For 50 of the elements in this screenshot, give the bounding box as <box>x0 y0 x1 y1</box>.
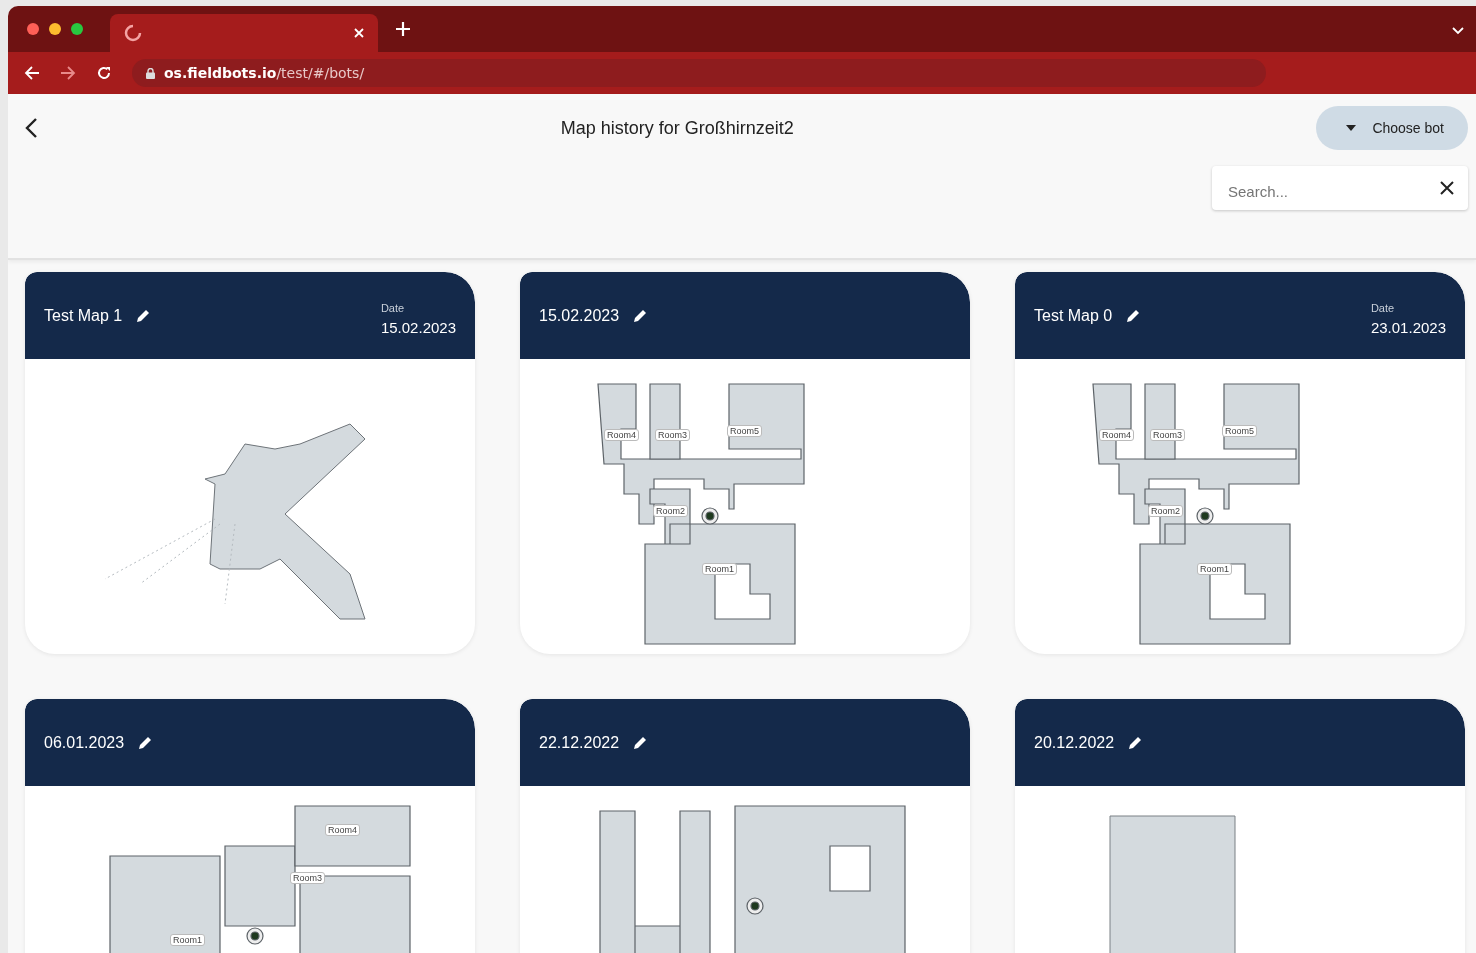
lock-icon <box>146 67 155 79</box>
map-name: 20.12.2022 <box>1034 733 1115 752</box>
map-card[interactable]: 22.12.2022 <box>520 699 970 953</box>
pencil-icon[interactable] <box>138 735 154 750</box>
map-name: Test Map 1 <box>44 306 123 325</box>
map-card[interactable]: Test Map 1 Date 15.02.2023 <box>25 272 475 654</box>
map-card[interactable]: 06.01.2023 Room4 Room3 Room1 <box>25 699 475 953</box>
room-label: Room2 <box>653 505 688 517</box>
room-label: Room3 <box>1150 429 1185 441</box>
room-label: Room1 <box>170 934 205 946</box>
back-icon[interactable] <box>24 117 38 139</box>
caret-icon <box>1346 125 1357 131</box>
map-name: 22.12.2022 <box>539 733 620 752</box>
close-icon[interactable] <box>1440 181 1454 195</box>
room-label: Room4 <box>1099 429 1134 441</box>
pencil-icon[interactable] <box>1126 308 1142 323</box>
room-label: Room1 <box>1197 563 1232 575</box>
room-label: Room3 <box>655 429 690 441</box>
map-date: 23.01.2023 <box>1370 318 1446 336</box>
room-label: Room2 <box>1148 505 1183 517</box>
reload-icon[interactable] <box>96 65 112 81</box>
map-card[interactable]: Test Map 0 Date 23.01.2023 Room4 Room3 Room5 Room2 Room1 <box>1015 272 1465 654</box>
search-input[interactable]: Search... <box>1226 175 1440 201</box>
room-label: Room4 <box>325 824 360 836</box>
map-name: 15.02.2023 <box>539 306 620 325</box>
map-card[interactable]: 20.12.2022 <box>1015 699 1465 953</box>
room-label: Room3 <box>290 872 325 884</box>
map-name: Test Map 0 <box>1034 306 1113 325</box>
chevron-down-icon[interactable] <box>1452 27 1464 35</box>
map-name: 06.01.2023 <box>44 733 125 752</box>
url-text: os.fieldbots.io/test/#/bots/ <box>164 65 365 81</box>
page-title: Map history for Großhirnzeit2 <box>560 117 794 139</box>
map-card[interactable]: 15.02.2023 Room4 Room3 Room5 Room2 Room1 <box>520 272 970 654</box>
room-label: Room4 <box>604 429 639 441</box>
forward-icon[interactable] <box>60 65 76 81</box>
pencil-icon[interactable] <box>136 308 152 323</box>
room-label: Room1 <box>702 563 737 575</box>
search-field[interactable]: Search... <box>1212 166 1468 210</box>
choose-bot-button[interactable]: Choose bot <box>1316 106 1468 150</box>
address-bar[interactable]: os.fieldbots.io/test/#/bots/ <box>132 59 1266 87</box>
room-label: Room5 <box>1222 425 1257 437</box>
new-tab-icon[interactable] <box>396 22 410 36</box>
pencil-icon[interactable] <box>1128 735 1144 750</box>
date-label: Date <box>1370 301 1396 314</box>
date-label: Date <box>380 301 406 314</box>
loading-icon <box>124 24 142 42</box>
pencil-icon[interactable] <box>633 308 649 323</box>
pencil-icon[interactable] <box>633 735 649 750</box>
map-date: 15.02.2023 <box>380 318 456 336</box>
room-label: Room5 <box>727 425 762 437</box>
